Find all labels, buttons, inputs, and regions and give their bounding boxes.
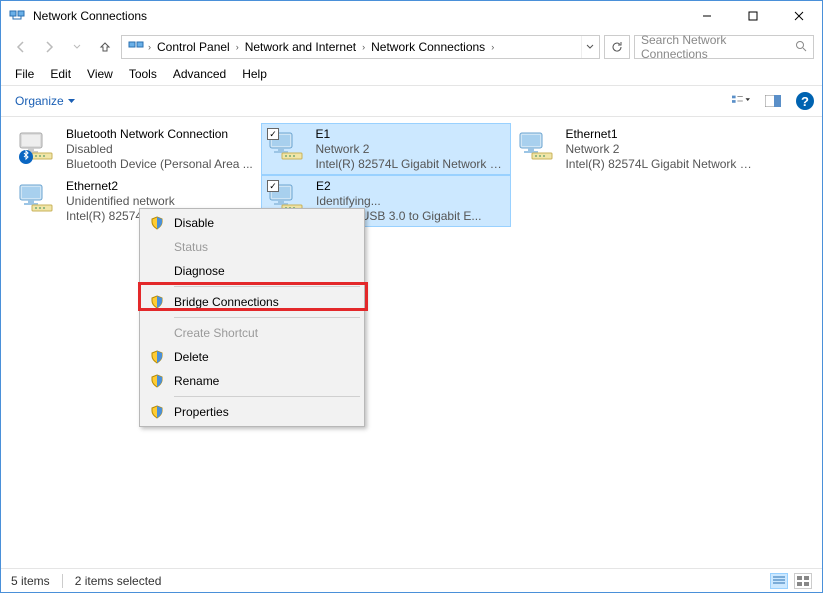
context-menu-item[interactable]: Properties [142, 400, 362, 424]
back-button[interactable] [9, 35, 33, 59]
menu-view[interactable]: View [79, 65, 121, 83]
statusbar: 5 items 2 items selected [1, 568, 822, 592]
shield-icon [150, 350, 164, 364]
connection-device: Intel(R) 82574L Gigabit Network C... [315, 157, 506, 171]
breadcrumb-item[interactable]: Network and Internet [239, 40, 362, 54]
chevron-right-icon: › [491, 42, 494, 52]
connection-labels: Ethernet1 Network 2 Intel(R) 82574L Giga… [565, 127, 756, 171]
context-menu-item: Status [142, 235, 362, 259]
connection-status: Unidentified network [66, 194, 175, 209]
connection-name: E1 [315, 127, 506, 142]
menu-help[interactable]: Help [234, 65, 275, 83]
recent-dropdown[interactable] [65, 35, 89, 59]
location-icon [128, 39, 144, 55]
connection-item[interactable]: ✓ E1 Network 2 Intel(R) 82574L Gigabit N… [261, 123, 511, 175]
menu-file[interactable]: File [7, 65, 42, 83]
help-button[interactable]: ? [796, 92, 814, 110]
connection-item[interactable]: Ethernet1 Network 2 Intel(R) 82574L Giga… [511, 123, 761, 175]
connection-status: Network 2 [565, 142, 756, 157]
context-menu-label: Create Shortcut [174, 326, 258, 340]
shield-icon [150, 405, 164, 419]
connection-status: Network 2 [315, 142, 506, 157]
connection-icon [516, 127, 559, 171]
context-menu-label: Disable [174, 216, 214, 230]
context-menu-item[interactable]: Disable [142, 211, 362, 235]
refresh-button[interactable] [604, 35, 630, 59]
context-menu-item[interactable]: Rename [142, 369, 362, 393]
connection-status: Disabled [66, 142, 253, 157]
menu-edit[interactable]: Edit [42, 65, 79, 83]
connection-name: E2 [316, 179, 481, 194]
status-item-count: 5 items [11, 574, 50, 588]
menu-tools[interactable]: Tools [121, 65, 165, 83]
shield-icon [150, 216, 164, 230]
close-button[interactable] [776, 1, 822, 31]
connection-item[interactable]: Bluetooth Network Connection Disabled Bl… [11, 123, 261, 175]
address-dropdown[interactable] [581, 36, 597, 58]
search-input[interactable]: Search Network Connections [634, 35, 814, 59]
context-menu-item[interactable]: Bridge Connections [142, 290, 362, 314]
search-icon [795, 40, 807, 55]
menu-advanced[interactable]: Advanced [165, 65, 234, 83]
connection-labels: E1 Network 2 Intel(R) 82574L Gigabit Net… [315, 127, 506, 171]
breadcrumb-item[interactable]: Network Connections [365, 40, 491, 54]
divider [62, 574, 63, 588]
connection-status: Identifying... [316, 194, 481, 209]
breadcrumb-item[interactable]: Control Panel [151, 40, 236, 54]
context-menu-item[interactable]: Delete [142, 345, 362, 369]
maximize-button[interactable] [730, 1, 776, 31]
connection-device: Bluetooth Device (Personal Area ... [66, 157, 253, 171]
search-placeholder: Search Network Connections [641, 33, 795, 61]
connection-name: Bluetooth Network Connection [66, 127, 253, 142]
context-menu-label: Bridge Connections [174, 295, 279, 309]
context-menu-label: Status [174, 240, 208, 254]
connection-icon: ✓ [266, 127, 309, 171]
address-bar: › Control Panel › Network and Internet ›… [1, 31, 822, 63]
menubar: File Edit View Tools Advanced Help [1, 63, 822, 85]
network-connections-icon [9, 8, 25, 24]
connection-name: Ethernet2 [66, 179, 175, 194]
titlebar: Network Connections [1, 1, 822, 31]
connection-device: Intel(R) 82574L Gigabit Network C... [565, 157, 756, 171]
context-menu-label: Properties [174, 405, 229, 419]
menu-separator [174, 286, 360, 287]
organize-label: Organize [15, 94, 64, 108]
connection-icon [16, 179, 60, 223]
context-menu-item: Create Shortcut [142, 321, 362, 345]
icons-view-button[interactable] [794, 573, 812, 589]
view-options-button[interactable] [732, 93, 750, 109]
organize-button[interactable]: Organize [9, 92, 81, 110]
menu-separator [174, 317, 360, 318]
shield-icon [150, 374, 164, 388]
context-menu-label: Diagnose [174, 264, 225, 278]
connection-name: Ethernet1 [565, 127, 756, 142]
status-selected-count: 2 items selected [75, 574, 162, 588]
shield-icon [150, 295, 164, 309]
window-title: Network Connections [33, 9, 684, 23]
breadcrumb-bar[interactable]: › Control Panel › Network and Internet ›… [121, 35, 600, 59]
minimize-button[interactable] [684, 1, 730, 31]
checkbox-icon[interactable]: ✓ [267, 180, 279, 192]
connection-icon [16, 127, 60, 171]
context-menu-label: Delete [174, 350, 209, 364]
toolbar: Organize ? [1, 86, 822, 116]
context-menu-label: Rename [174, 374, 219, 388]
connections-list: Bluetooth Network Connection Disabled Bl… [1, 117, 822, 233]
context-menu-item[interactable]: Diagnose [142, 259, 362, 283]
details-view-button[interactable] [770, 573, 788, 589]
menu-separator [174, 396, 360, 397]
up-button[interactable] [93, 35, 117, 59]
checkbox-icon[interactable]: ✓ [267, 128, 279, 140]
forward-button[interactable] [37, 35, 61, 59]
connection-labels: Bluetooth Network Connection Disabled Bl… [66, 127, 253, 171]
preview-pane-button[interactable] [764, 93, 782, 109]
context-menu: Disable Status Diagnose Bridge Connections C… [139, 208, 365, 427]
